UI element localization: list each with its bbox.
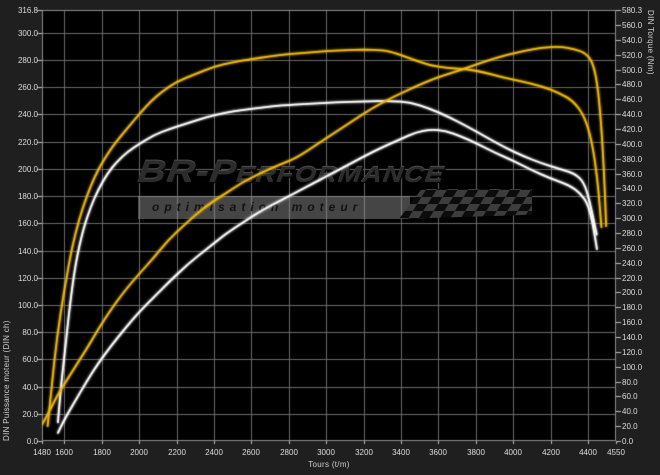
x-axis-title: Tours (t/m) — [308, 460, 350, 469]
right-axis-title: DIN Torque (Nm) — [646, 10, 655, 75]
left-axis-title: DIN Puissance moteur (DIN ch) — [2, 320, 11, 441]
dyno-chart-panel: BR-Performance optimisation moteur 316.8… — [0, 0, 660, 475]
dyno-curves-canvas — [0, 0, 660, 475]
